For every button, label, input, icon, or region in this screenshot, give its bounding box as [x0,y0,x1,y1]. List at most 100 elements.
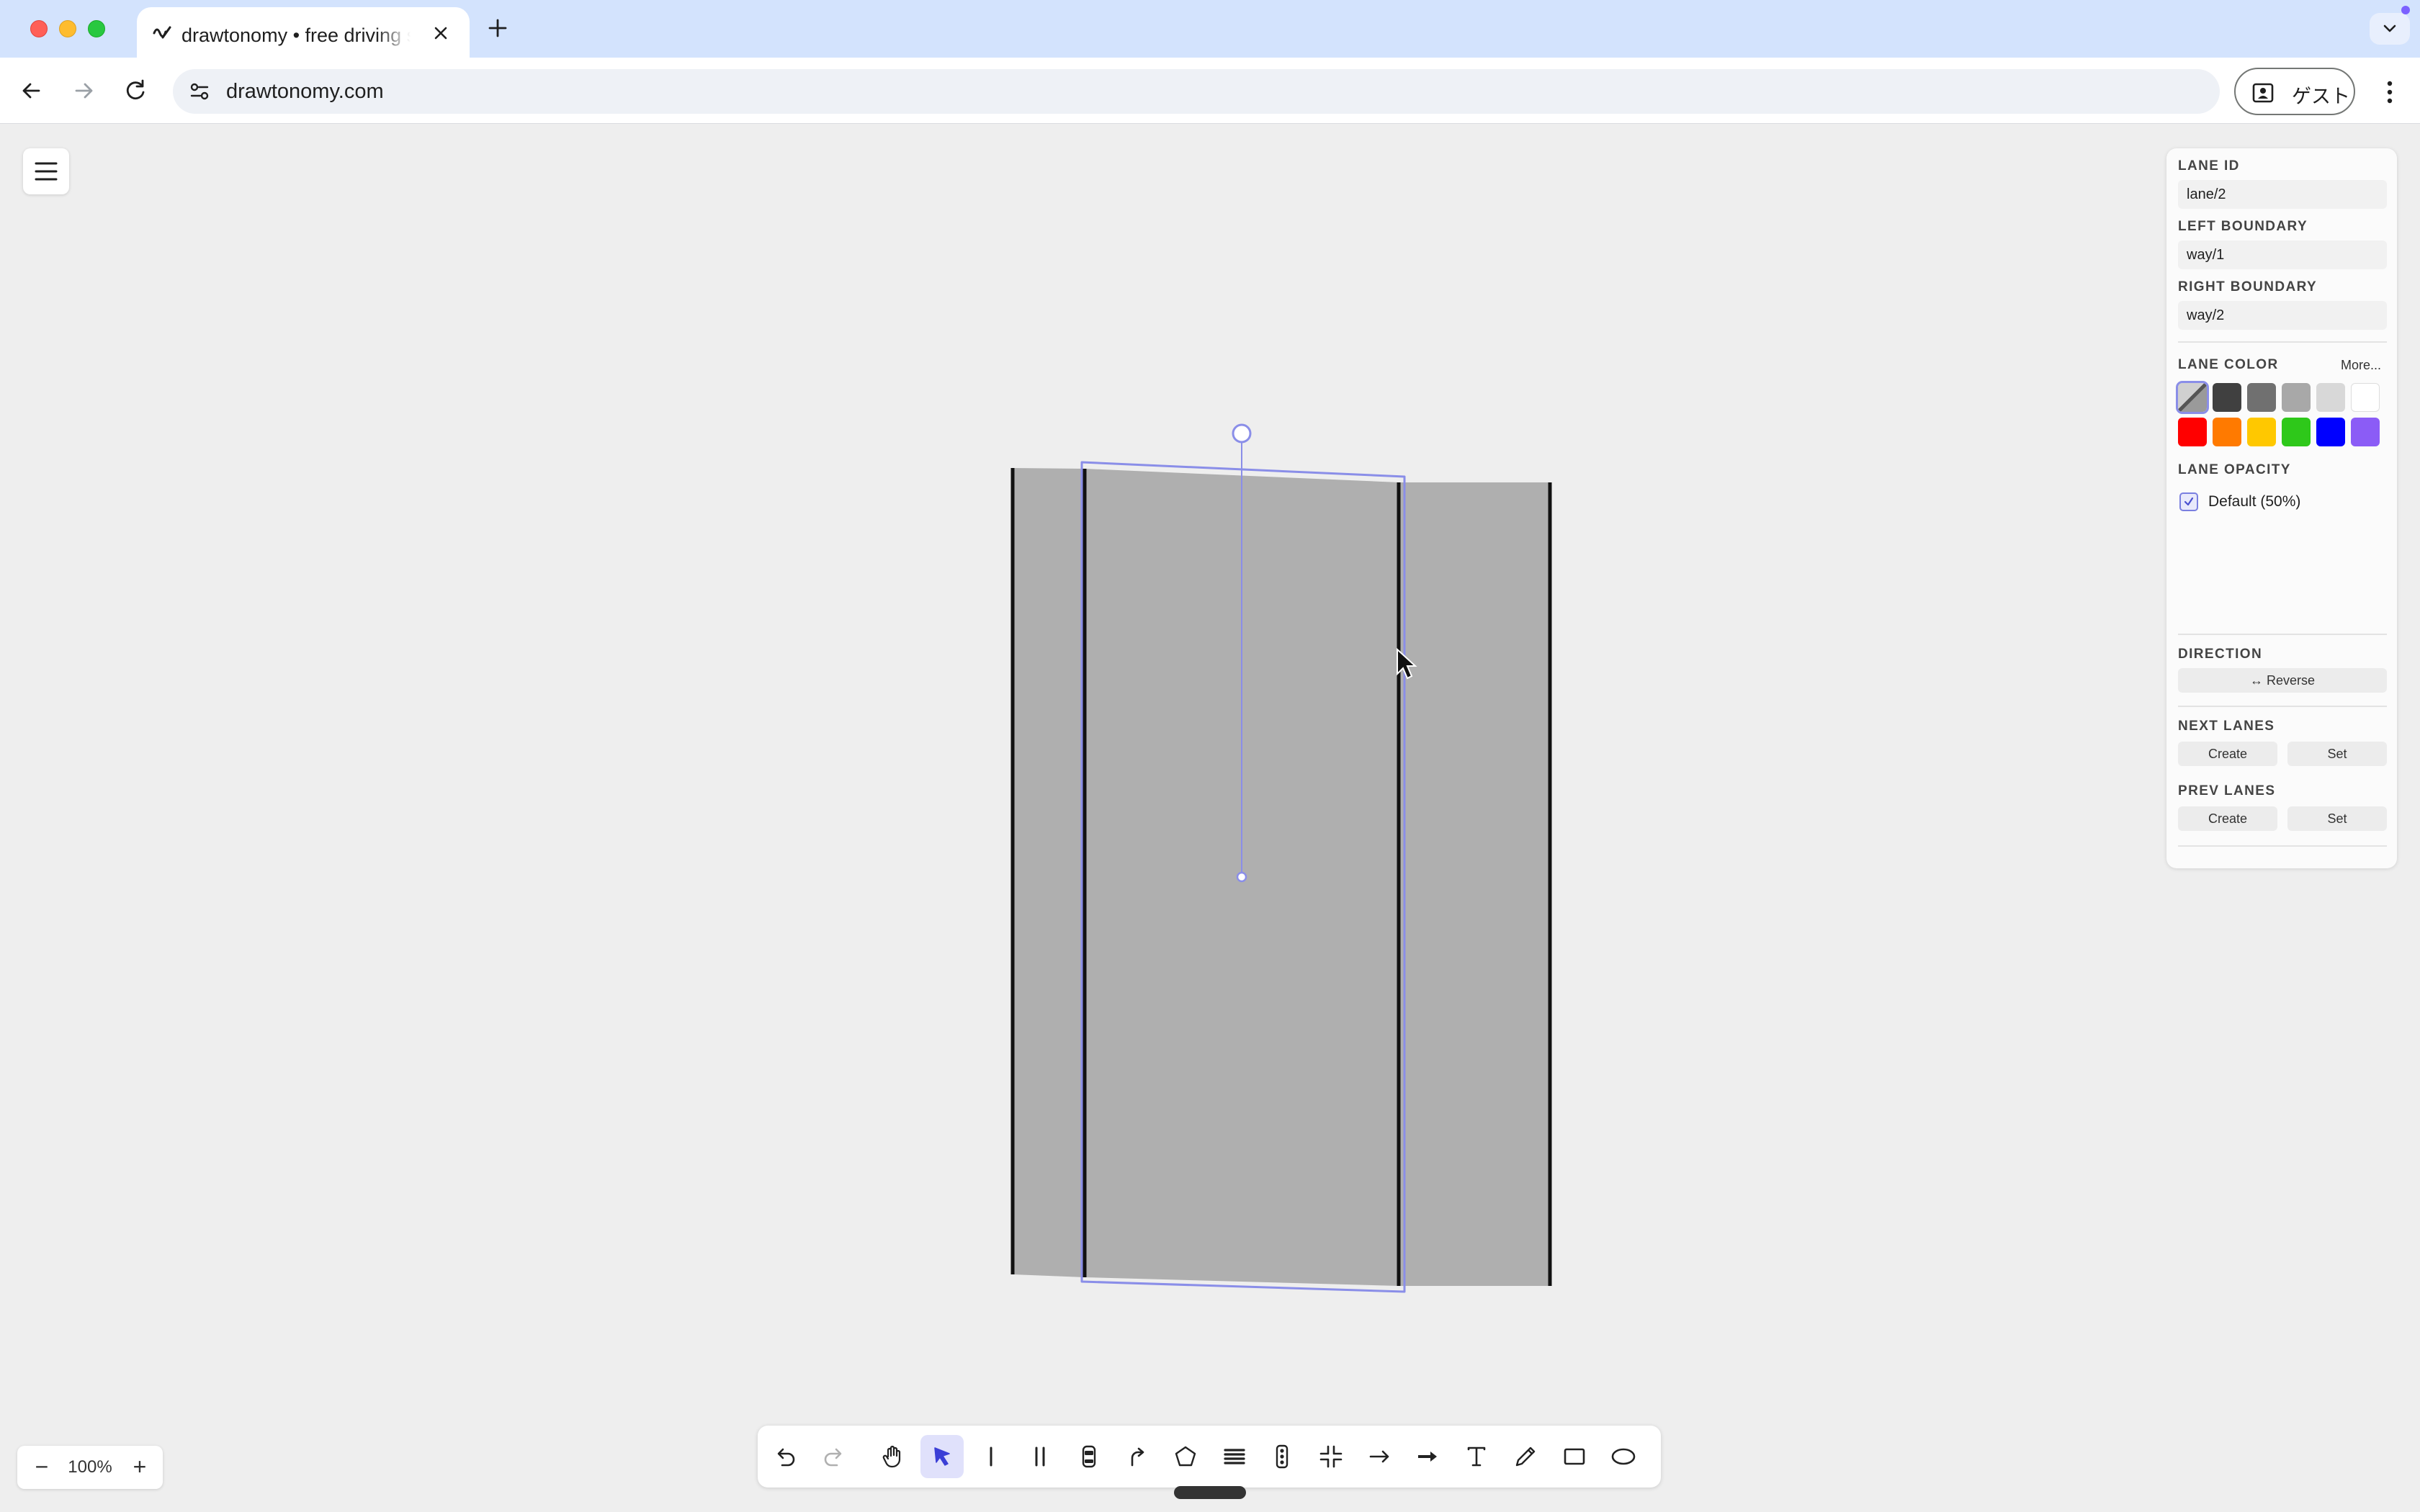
reverse-direction-button[interactable]: ↔ Reverse [2178,668,2387,693]
tool-bar [758,1426,1661,1488]
color-swatch-default[interactable] [2176,381,2209,414]
forward-arrow-icon[interactable] [69,76,98,105]
pencil-tool[interactable] [1504,1435,1547,1478]
direction-label: DIRECTION [2178,647,2263,662]
traffic-light-icon [1276,1444,1289,1469]
tab-title: drawtonomy • free driving scene editor [182,24,411,46]
next-lanes-create-button[interactable]: Create [2178,742,2277,766]
maximize-window-button[interactable] [88,20,105,37]
select-icon [934,1447,950,1466]
lane-left[interactable] [1013,468,1085,1277]
arrow-icon [1369,1450,1389,1463]
zoom-control: − 100% + [17,1446,163,1489]
opacity-default-checkbox[interactable] [2179,492,2198,511]
traffic-light-tool[interactable] [1260,1435,1304,1478]
more-vertical-icon[interactable] [2377,78,2403,107]
prev-lanes-set-button[interactable]: Set [2287,806,2387,831]
hand-tool[interactable] [871,1435,915,1478]
polygon-tool[interactable] [1164,1435,1207,1478]
back-arrow-icon[interactable] [17,76,46,105]
vehicle-tool[interactable] [1067,1435,1111,1478]
arrow-tool[interactable] [1358,1435,1402,1478]
minimize-window-button[interactable] [59,20,76,37]
select-tool[interactable] [920,1435,964,1478]
bold-arrow-tool[interactable] [1406,1435,1449,1478]
color-swatch-blue[interactable] [2316,418,2345,446]
divider [2178,845,2387,847]
site-settings-icon[interactable] [187,79,212,104]
browser-tab[interactable]: drawtonomy • free driving scene editor [137,7,470,58]
tab-search-button[interactable] [2370,13,2410,45]
ellipse-tool[interactable] [1602,1435,1645,1478]
rotation-handle[interactable] [1232,423,1252,444]
lane-id-value: lane/2 [2187,186,2226,202]
center-handle[interactable] [1236,871,1247,883]
divider [2178,341,2387,343]
path-icon [1131,1447,1144,1467]
guest-label: ゲスト [2292,86,2350,107]
right-boundary-value: way/2 [2187,307,2225,323]
color-swatch-midgray[interactable] [2282,383,2311,412]
text-tool[interactable] [1455,1435,1498,1478]
path-tool[interactable] [1115,1435,1158,1478]
pencil-icon [1515,1446,1536,1467]
prev-lanes-create-button[interactable]: Create [2178,806,2277,831]
divider [2178,706,2387,707]
left-boundary-field[interactable]: way/1 [2178,240,2387,269]
opacity-default-label: Default (50%) [2208,493,2301,510]
rectangle-icon [1564,1448,1585,1465]
zoom-level[interactable]: 100% [62,1457,118,1477]
left-boundary-label: LEFT BOUNDARY [2178,219,2308,234]
new-tab-icon[interactable] [487,17,508,39]
hand-icon [882,1445,901,1468]
zoom-in-button[interactable]: + [127,1454,153,1480]
double-line-tool[interactable] [1018,1435,1062,1478]
vehicle-icon [1082,1445,1096,1468]
color-swatch-darkgray[interactable] [2213,383,2241,412]
more-colors-button[interactable]: More... [2334,354,2388,376]
checkmark-icon [2184,497,2194,506]
lane-id-field[interactable]: lane/2 [2178,180,2387,209]
chevron-down-icon [2383,24,2396,32]
color-swatch-yellow[interactable] [2247,418,2276,446]
left-boundary-value: way/1 [2187,247,2225,263]
address-bar[interactable]: drawtonomy.com [173,69,2220,114]
rectangle-tool[interactable] [1553,1435,1596,1478]
close-tab-icon[interactable] [431,23,451,43]
color-swatch-gray[interactable] [2247,383,2276,412]
browser-tab-strip: drawtonomy • free driving scene editor [0,0,2420,58]
browser-toolbar: drawtonomy.com ゲスト [0,58,2420,124]
color-swatch-orange[interactable] [2213,418,2241,446]
lane-opacity-label: LANE OPACITY [2178,462,2291,477]
intersection-icon [1319,1445,1343,1468]
right-boundary-field[interactable]: way/2 [2178,301,2387,330]
reload-icon[interactable] [121,76,150,105]
lane-color-label: LANE COLOR [2178,357,2279,372]
color-swatch-green[interactable] [2282,418,2311,446]
next-lanes-set-button[interactable]: Set [2287,742,2387,766]
ellipse-icon [1611,1448,1636,1465]
drawing-canvas[interactable] [0,124,2420,1512]
zoom-out-button[interactable]: − [29,1454,55,1480]
text-icon [1467,1446,1486,1467]
prev-lanes-label: PREV LANES [2178,783,2276,798]
drawtonomy-favicon-icon [153,26,171,39]
close-window-button[interactable] [30,20,48,37]
url-text: drawtonomy.com [226,80,384,103]
intersection-tool[interactable] [1309,1435,1353,1478]
color-swatch-red[interactable] [2178,418,2207,446]
crosswalk-tool[interactable] [1213,1435,1256,1478]
color-swatch-purple[interactable] [2351,418,2380,446]
person-icon [2252,83,2274,103]
undo-button[interactable] [763,1435,807,1478]
toolbar-drag-handle[interactable] [1174,1486,1246,1499]
single-line-tool[interactable] [969,1435,1013,1478]
undo-icon [777,1448,795,1467]
editor-app: LANE ID lane/2 LEFT BOUNDARY way/1 RIGHT… [0,124,2420,1512]
color-swatch-lightgray[interactable] [2316,383,2345,412]
lane-right[interactable] [1399,482,1550,1286]
redo-button[interactable] [812,1435,856,1478]
main-menu-button[interactable] [23,148,69,194]
color-swatch-white[interactable] [2351,383,2380,412]
profile-guest-button[interactable]: ゲスト [2234,68,2355,115]
